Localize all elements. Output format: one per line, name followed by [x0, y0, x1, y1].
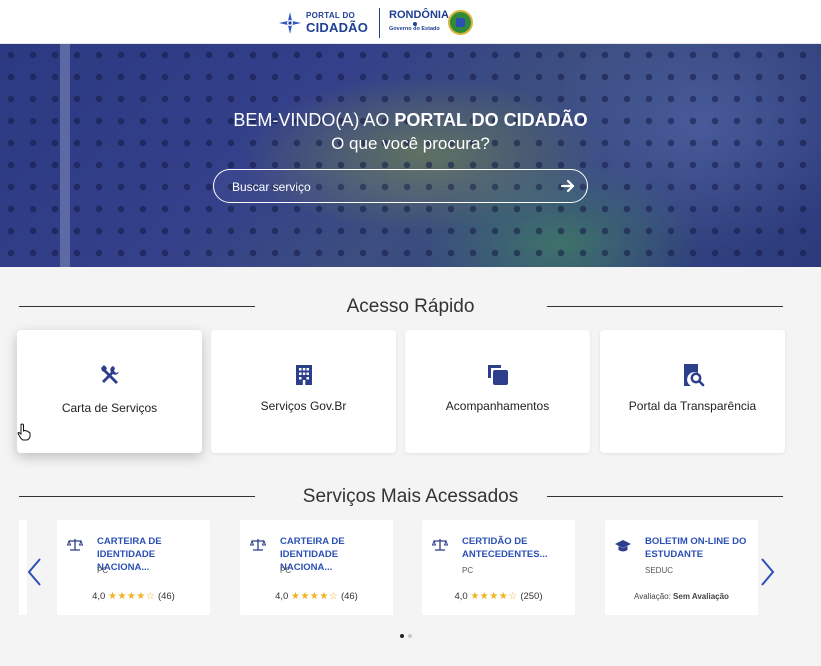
quick-access-title: Acesso Rápido [346, 296, 475, 317]
state-seal-icon [448, 10, 473, 35]
star-rating-icon: ★★★★☆ [290, 591, 339, 602]
search-document-icon [683, 364, 704, 387]
hero-dot-pattern [0, 44, 821, 267]
service-name[interactable]: CERTIDÃO DE ANTECEDENTES... [462, 535, 570, 561]
quick-access-carta-de-servicos[interactable]: Carta de Serviços [17, 330, 202, 453]
copy-icon [487, 365, 508, 385]
scale-icon [250, 539, 266, 551]
carousel-dot[interactable] [408, 634, 412, 638]
section-divider-right [547, 496, 783, 497]
quick-access-servicos-gov-br[interactable]: Serviços Gov.Br [211, 330, 396, 453]
quick-access-label: Serviços Gov.Br [260, 399, 347, 413]
hand-cursor-icon [17, 423, 31, 441]
rating-count: (250) [520, 591, 543, 602]
search-input[interactable] [232, 179, 542, 195]
quick-access-label: Carta de Serviços [61, 401, 158, 415]
service-organization: PC [462, 566, 474, 575]
most-accessed-title: Serviços Mais Acessados [302, 486, 519, 507]
quick-access-acompanhamentos[interactable]: Acompanhamentos [405, 330, 590, 453]
portal-logo-line2: CIDADÃO [306, 20, 369, 35]
hero-banner: BEM-VINDO(A) AO PORTAL DO CIDADÃO O que … [0, 44, 821, 267]
portal-do-cidadao-logo[interactable]: PORTAL DO CIDADÃO [278, 9, 368, 37]
star-rating-icon: ★★★★☆ [107, 591, 156, 602]
graduation-cap-icon [615, 540, 631, 552]
site-header: PORTAL DO CIDADÃO RONDÔNIA Governo do Es… [0, 0, 821, 44]
quick-access-label: Acompanhamentos [445, 399, 550, 413]
evaluation-label: Avaliação: [634, 592, 671, 601]
portal-logo-line1: PORTAL DO [306, 11, 356, 20]
service-organization: PC [97, 566, 109, 575]
service-organization: PC [280, 566, 292, 575]
service-card[interactable]: CERTIDÃO DE ANTECEDENTES... PC 4,0 ★★★★☆… [422, 520, 575, 615]
carousel-dot-active[interactable] [400, 634, 404, 638]
star-rating-icon: ★★★★☆ [470, 591, 518, 602]
service-card[interactable]: CARTEIRA DE IDENTIDADE NACIONA... PC 4,0… [57, 520, 210, 615]
rating-count: (46) [157, 591, 175, 602]
welcome-prefix: BEM-VINDO(A) AO [233, 110, 395, 130]
rondonia-logo-subtitle: Governo do Estado [389, 26, 440, 32]
welcome-portal-name: PORTAL DO CIDADÃO [394, 110, 588, 130]
scale-icon [432, 539, 448, 551]
quick-access-label: Portal da Transparência [628, 399, 757, 413]
section-divider-right [547, 306, 783, 307]
service-rating: 4,0 ★★★★☆ (46) [240, 591, 393, 602]
carousel-next-arrow-icon[interactable] [758, 556, 778, 588]
rating-value: 4,0 [92, 591, 106, 602]
rating-count: (46) [340, 591, 358, 602]
service-name[interactable]: CARTEIRA DE IDENTIDADE NACIONA... [97, 535, 205, 574]
rondonia-logo-title: RONDÔNIA [389, 9, 449, 21]
service-card[interactable]: BOLETIM ON-LINE DO ESTUDANTE SEDUC Avali… [605, 520, 758, 615]
rondonia-logo[interactable]: RONDÔNIA Governo do Estado [389, 10, 449, 33]
star-icon [413, 22, 417, 26]
scale-icon [67, 539, 83, 551]
service-name[interactable]: CARTEIRA DE IDENTIDADE NACIONA... [280, 535, 388, 574]
rating-value: 4,0 [275, 591, 289, 602]
quick-access-portal-da-transparencia[interactable]: Portal da Transparência [600, 330, 785, 453]
service-name[interactable]: BOLETIM ON-LINE DO ESTUDANTE [645, 535, 753, 561]
search-box [213, 169, 588, 203]
tools-icon [100, 365, 119, 384]
compass-logo-icon [279, 12, 301, 34]
rating-value: 4,0 [454, 591, 468, 602]
service-organization: SEDUC [645, 566, 674, 575]
carousel-prev-arrow-icon[interactable] [24, 556, 44, 588]
service-card[interactable]: CARTEIRA DE IDENTIDADE NACIONA... PC 4,0… [240, 520, 393, 615]
welcome-subtitle: O que você procura? [331, 134, 490, 153]
service-evaluation: Avaliação: Sem Avaliação [605, 592, 758, 601]
logo-divider [379, 8, 380, 38]
service-rating: 4,0 ★★★★☆ (46) [57, 591, 210, 602]
building-icon [295, 365, 312, 385]
arrow-right-icon[interactable] [559, 177, 577, 195]
evaluation-value: Sem Avaliação [673, 592, 729, 601]
welcome-heading: BEM-VINDO(A) AO PORTAL DO CIDADÃO [0, 110, 821, 131]
service-rating: 4,0 ★★★★☆ (250) [422, 591, 575, 602]
carousel-pagination [400, 634, 412, 638]
